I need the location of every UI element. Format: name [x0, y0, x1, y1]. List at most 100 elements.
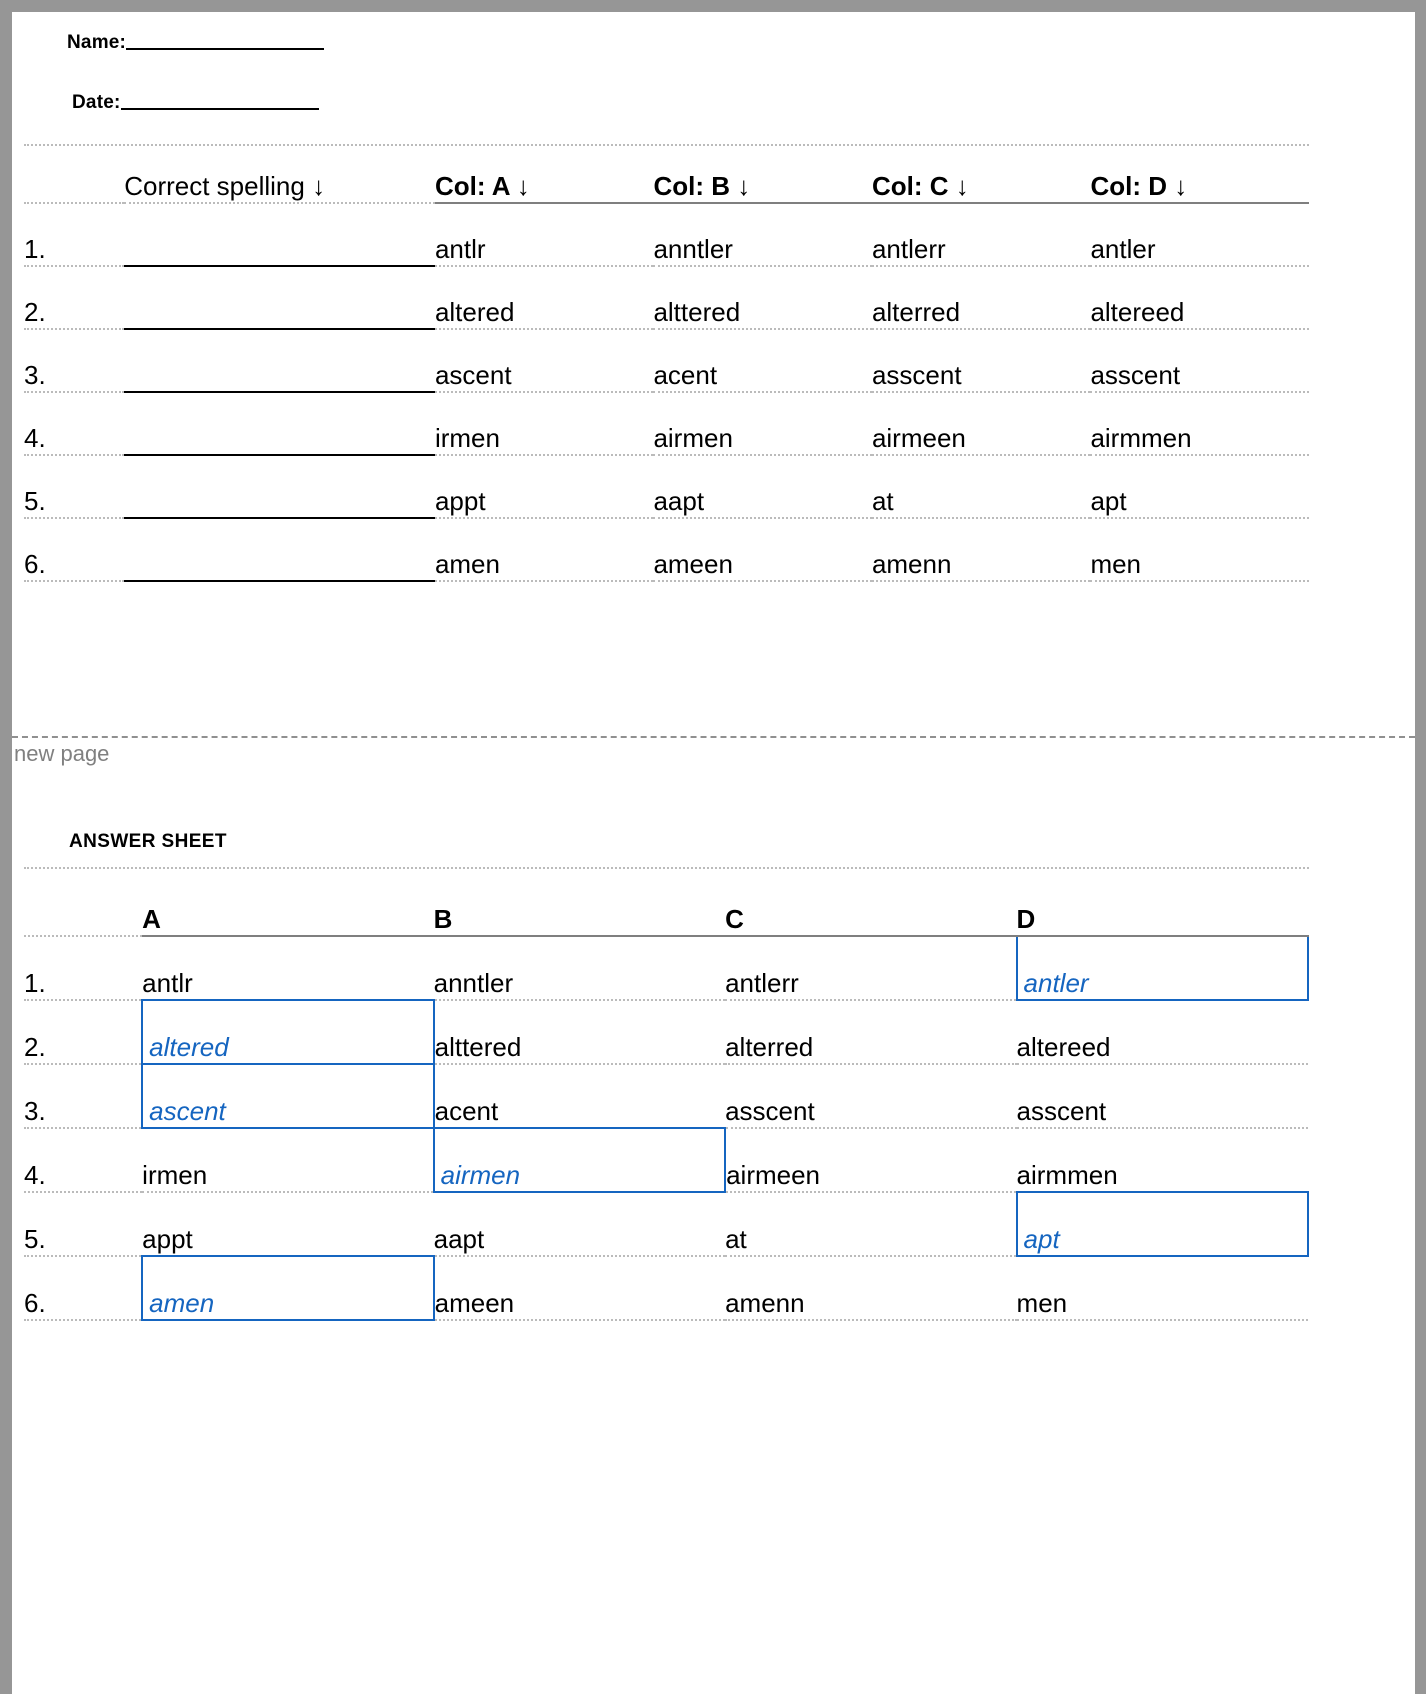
worksheet-header-correct-spelling: Correct spelling ↓ [124, 146, 435, 204]
table-row: 5. appt aapt at apt [24, 1190, 1310, 1257]
worksheet-option-b: anntler [653, 203, 872, 267]
table-row: 4. irmen airmen airmeen airmmen [24, 392, 1309, 456]
date-field-row: Date: [72, 92, 1309, 114]
table-row: 2. altered alttered alterred altereed [24, 266, 1309, 330]
worksheet-option-d: men [1090, 518, 1309, 582]
answer-option-d[interactable]: asscent [1016, 1063, 1308, 1129]
answer-option-d[interactable]: apt [1015, 1190, 1310, 1257]
worksheet-option-c: asscent [871, 329, 1091, 393]
worksheet-answer-blank[interactable] [124, 518, 435, 582]
table-row: 1. antlr anntler antlerr antler [24, 203, 1309, 267]
worksheet-header-col-a: Col: A ↓ [434, 146, 654, 204]
answer-option-a[interactable]: amen [141, 1254, 435, 1321]
answer-option-c[interactable]: airmeen [725, 1127, 1017, 1193]
worksheet-option-c: at [871, 455, 1091, 519]
answer-option-a[interactable]: appt [142, 1191, 434, 1257]
worksheet-header-col-b: Col: B ↓ [653, 146, 872, 204]
answer-sheet-header-col-d: D [1016, 868, 1308, 937]
answer-option-b[interactable]: airmen [432, 1126, 727, 1193]
answer-sheet-header-row: A B C D [24, 868, 1308, 937]
worksheet-option-b: aapt [653, 455, 872, 519]
name-label: Name: [67, 32, 127, 53]
worksheet-option-b: alttered [653, 266, 872, 330]
worksheet-option-a: irmen [434, 392, 654, 456]
name-write-in-line[interactable] [126, 48, 325, 50]
table-row: 2. altered alttered alterred altereed [24, 998, 1308, 1065]
table-row: 4. irmen airmen airmeen airmmen [24, 1126, 1308, 1193]
answer-option-d[interactable]: altereed [1016, 999, 1308, 1065]
answer-option-c[interactable]: asscent [725, 1063, 1017, 1129]
worksheet-option-a: altered [434, 266, 654, 330]
answer-option-b[interactable]: alttered [433, 999, 726, 1065]
worksheet-option-d: asscent [1090, 329, 1309, 393]
answer-sheet-header-number [24, 868, 143, 937]
worksheet-answer-blank[interactable] [124, 392, 435, 456]
worksheet-option-a: antlr [434, 203, 654, 267]
answer-row-number: 3. [24, 1063, 143, 1129]
answer-sheet-title: ANSWER SHEET [69, 830, 227, 852]
date-label: Date: [72, 92, 121, 113]
answer-option-b[interactable]: acent [433, 1063, 726, 1129]
answer-option-d[interactable]: antler [1015, 934, 1310, 1001]
worksheet-option-c: airmeen [871, 392, 1091, 456]
worksheet-option-d: apt [1090, 455, 1309, 519]
worksheet-row-number: 3. [24, 329, 125, 393]
answer-option-b[interactable]: anntler [433, 935, 726, 1001]
answer-sheet-table: A B C D 1. antlr anntler antlerr antler … [24, 868, 1310, 1321]
worksheet-option-d: antler [1090, 203, 1309, 267]
table-row: 5. appt aapt at apt [24, 455, 1309, 519]
worksheet-header-col-c: Col: C ↓ [871, 146, 1091, 204]
answer-row-number: 5. [24, 1191, 143, 1257]
worksheet-header-row: Correct spelling ↓ Col: A ↓ Col: B ↓ Col… [24, 146, 1309, 204]
table-row: 3. ascent acent asscent asscent [24, 329, 1309, 393]
worksheet-option-b: ameen [653, 518, 872, 582]
answer-sheet-header-col-a: A [142, 868, 434, 937]
answer-option-a[interactable]: altered [141, 998, 435, 1065]
worksheet-option-c: alterred [871, 266, 1091, 330]
answer-option-b[interactable]: ameen [433, 1255, 726, 1321]
worksheet-row-number: 6. [24, 518, 125, 582]
worksheet-answer-blank[interactable] [124, 203, 435, 267]
worksheet-row-number: 2. [24, 266, 125, 330]
worksheet-answer-blank[interactable] [124, 455, 435, 519]
answer-option-d[interactable]: men [1016, 1255, 1308, 1321]
answer-sheet-header-col-b: B [433, 868, 726, 937]
worksheet-answer-blank[interactable] [124, 329, 435, 393]
table-row: 6. amen ameen amenn men [24, 1254, 1308, 1321]
worksheet-row-number: 1. [24, 203, 125, 267]
name-field-row: Name: [67, 32, 1309, 54]
page-break: new page [12, 736, 1415, 769]
worksheet-option-a: ascent [434, 329, 654, 393]
table-row: 3. ascent acent asscent asscent [24, 1062, 1308, 1129]
worksheet-option-c: amenn [871, 518, 1091, 582]
answer-option-c[interactable]: antlerr [725, 935, 1017, 1001]
worksheet-table: Correct spelling ↓ Col: A ↓ Col: B ↓ Col… [24, 146, 1309, 582]
table-row: 1. antlr anntler antlerr antler [24, 934, 1310, 1001]
answer-option-c[interactable]: amenn [725, 1255, 1017, 1321]
table-row: 6. amen ameen amenn men [24, 518, 1309, 582]
answer-row-number: 2. [24, 999, 143, 1065]
answer-option-b[interactable]: aapt [433, 1191, 726, 1257]
worksheet-option-c: antlerr [871, 203, 1091, 267]
answer-option-c[interactable]: at [725, 1191, 1017, 1257]
student-info-block: Name: Date: [24, 12, 1309, 114]
date-write-in-line[interactable] [120, 108, 319, 110]
worksheet-answer-blank[interactable] [124, 266, 435, 330]
worksheet-option-b: acent [653, 329, 872, 393]
worksheet-page: Name: Date: Correct spelling ↓ Col: A ↓ … [12, 12, 1415, 1694]
worksheet-row-number: 5. [24, 455, 125, 519]
answer-option-a[interactable]: antlr [142, 935, 434, 1001]
answer-row-number: 6. [24, 1255, 143, 1321]
worksheet-option-a: appt [434, 455, 654, 519]
worksheet-header-col-d: Col: D ↓ [1090, 146, 1309, 204]
answer-option-d[interactable]: airmmen [1016, 1127, 1308, 1193]
worksheet-row-number: 4. [24, 392, 125, 456]
answer-option-a[interactable]: ascent [141, 1062, 435, 1129]
answer-option-c[interactable]: alterred [725, 999, 1017, 1065]
answer-option-a[interactable]: irmen [142, 1127, 434, 1193]
worksheet-option-b: airmen [653, 392, 872, 456]
worksheet-option-d: airmmen [1090, 392, 1309, 456]
worksheet-option-d: altereed [1090, 266, 1309, 330]
worksheet-option-a: amen [434, 518, 654, 582]
worksheet-header-number [24, 146, 125, 204]
